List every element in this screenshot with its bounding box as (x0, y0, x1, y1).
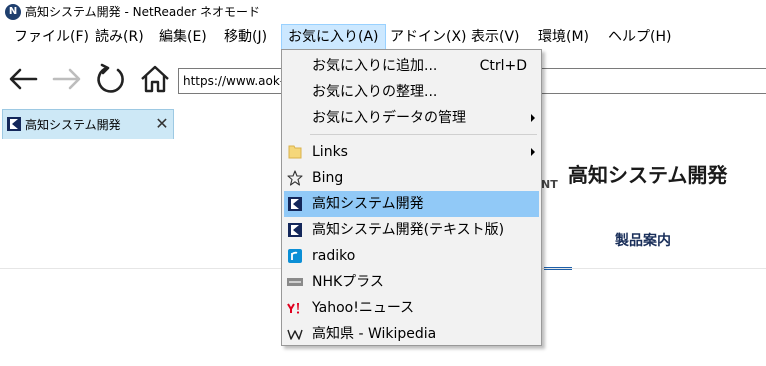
aok-logo-icon (287, 196, 303, 212)
menu-item-yahoo-news[interactable]: Yahoo!ニュース (284, 295, 539, 321)
menu-item-label: お気に入りの整理... (312, 84, 438, 100)
close-icon[interactable]: ✕ (153, 114, 171, 134)
menu-item-label: Bing (312, 170, 344, 186)
tab-label: 高知システム開発 (25, 118, 121, 132)
yahoo-icon (287, 300, 303, 316)
title-bar: N 高知システム開発 - NetReader ネオモード (0, 0, 766, 24)
menu-item-label: NHKプラス (312, 274, 384, 290)
menu-item-add-favorite[interactable]: お気に入りに追加... Ctrl+D (284, 53, 539, 79)
submenu-arrow-icon (531, 114, 535, 122)
back-arrow-icon[interactable] (6, 62, 40, 96)
menu-item-organize-favorites[interactable]: お気に入りの整理... (284, 79, 539, 105)
menu-help[interactable]: ヘルプ(H) (602, 24, 677, 50)
menu-separator (310, 134, 537, 135)
header-fragment: NT (541, 178, 558, 191)
menu-favorites[interactable]: お気に入り(A) (281, 24, 386, 50)
menu-item-label: Yahoo!ニュース (312, 300, 415, 316)
menu-item-label: お気に入りに追加... (312, 58, 438, 74)
menu-item-radiko[interactable]: radiko (284, 243, 539, 269)
forward-arrow-icon[interactable] (50, 62, 84, 96)
menu-view[interactable]: 表示(V) (465, 24, 526, 50)
menu-item-label: Links (312, 144, 348, 160)
menu-item-aok-text[interactable]: 高知システム開発(テキスト版) (284, 217, 539, 243)
menu-environment[interactable]: 環境(M) (532, 24, 595, 50)
aok-logo-icon (7, 117, 21, 131)
menu-addin[interactable]: アドイン(X) (384, 24, 473, 50)
radiko-icon (287, 248, 303, 264)
menu-edit[interactable]: 編集(E) (153, 24, 213, 50)
submenu-arrow-icon (531, 148, 535, 156)
menu-item-bing[interactable]: Bing (284, 165, 539, 191)
home-icon[interactable] (138, 62, 172, 96)
nhk-icon (287, 274, 303, 290)
menu-item-label: お気に入りデータの管理 (312, 110, 466, 126)
menu-file[interactable]: ファイル(F) (8, 24, 95, 50)
products-nav-link[interactable]: 製品案内 (615, 230, 671, 250)
menu-item-kochi-wikipedia[interactable]: 高知県 - Wikipedia (284, 321, 539, 347)
netreader-app-icon: N (5, 4, 21, 20)
wikipedia-icon (287, 326, 303, 342)
window-title: 高知システム開発 - NetReader ネオモード (25, 5, 260, 19)
menu-item-label: 高知システム開発 (312, 196, 424, 212)
company-logo-text: 高知システム開発 (568, 163, 728, 187)
menu-bar: ファイル(F) 読み(R) 編集(E) 移動(J) お気に入り(A) アドイン(… (0, 24, 766, 50)
menu-item-label: 高知県 - Wikipedia (312, 326, 437, 342)
menu-item-nhk-plus[interactable]: NHKプラス (284, 269, 539, 295)
menu-item-aok[interactable]: 高知システム開発 (284, 191, 539, 217)
star-icon (287, 170, 303, 186)
menu-item-manage-favorites-data[interactable]: お気に入りデータの管理 (284, 105, 539, 131)
favorites-dropdown: お気に入りに追加... Ctrl+D お気に入りの整理... お気に入りデータの… (281, 49, 542, 346)
menu-read[interactable]: 読み(R) (89, 24, 150, 50)
shortcut-label: Ctrl+D (479, 58, 527, 74)
menu-move[interactable]: 移動(J) (218, 24, 273, 50)
aok-logo-icon (287, 222, 303, 238)
tab-aok[interactable]: 高知システム開発 ✕ (2, 109, 174, 139)
menu-item-links[interactable]: Links (284, 139, 539, 165)
menu-item-label: radiko (312, 248, 356, 264)
folder-icon (287, 144, 303, 160)
reload-icon[interactable] (94, 62, 128, 96)
menu-item-label: 高知システム開発(テキスト版) (312, 222, 505, 238)
